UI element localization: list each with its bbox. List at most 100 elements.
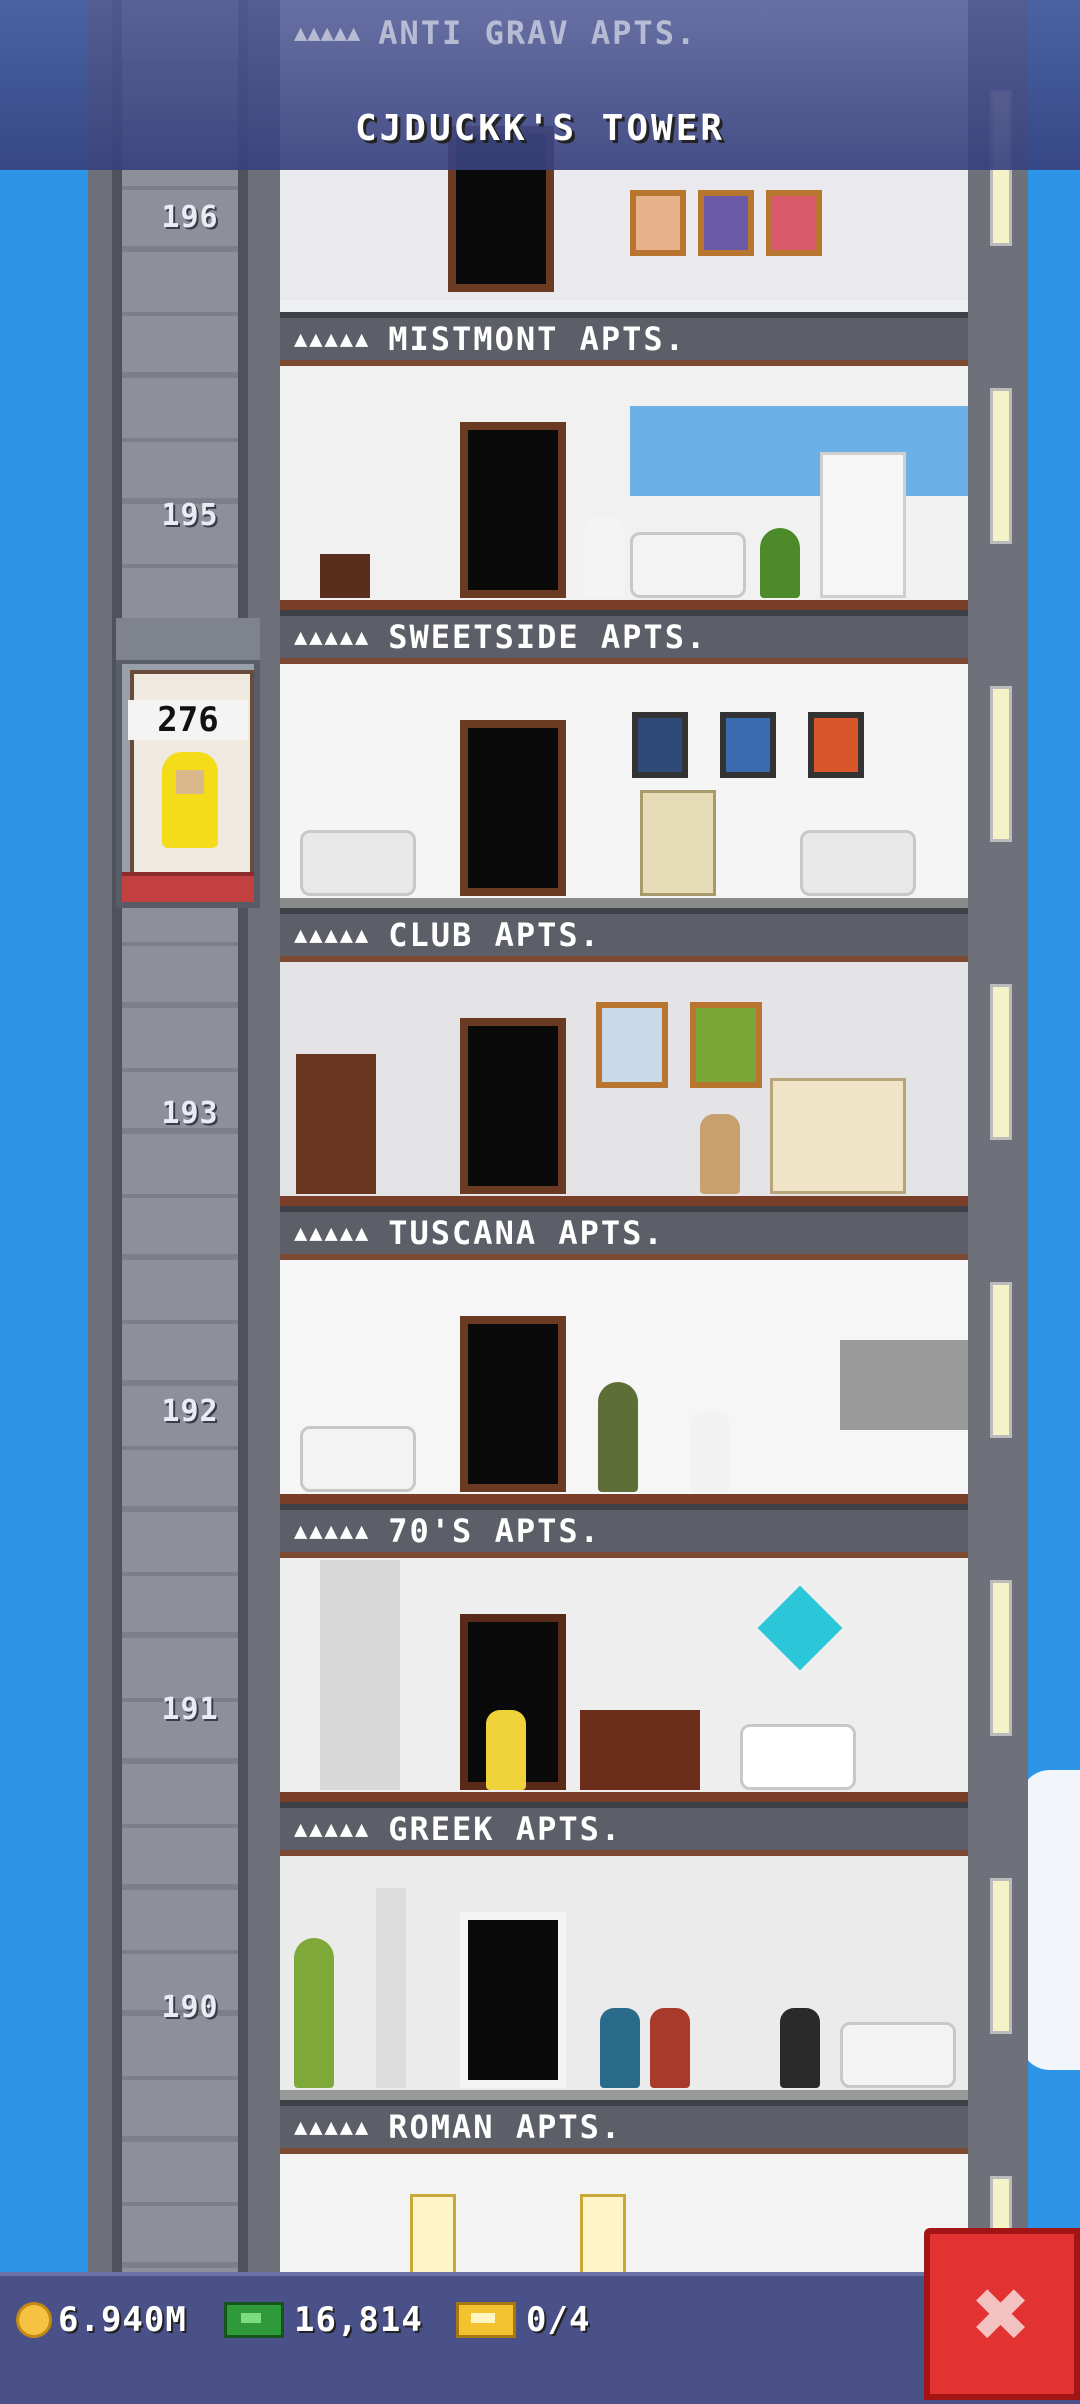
floor-number-195: 195 (161, 498, 219, 533)
palm-plant (294, 1938, 334, 2088)
bitizen[interactable] (600, 2008, 640, 2088)
floor-line (280, 1196, 968, 1206)
shaft-rail-left (112, 0, 122, 2280)
shaft-panels (118, 0, 238, 2280)
tower-right-wall (968, 0, 1028, 2332)
wall-light (990, 1282, 1012, 1438)
side-table (320, 554, 370, 598)
room-door (460, 720, 566, 896)
floor-stars: ▲▲▲▲▲ (294, 922, 371, 948)
plant (760, 528, 800, 598)
sofa (300, 1426, 416, 1492)
tower-header: ▲▲▲▲▲ ANTI GRAV APTS. CJDUCKK'S TOWER (0, 0, 1080, 170)
coins-value: 6.940M (58, 2300, 187, 2340)
floor-stars: ▲▲▲▲▲ (294, 1220, 371, 1246)
wall-light (990, 1580, 1012, 1736)
floor-stars: ▲▲▲▲▲ (294, 1518, 371, 1544)
floor-sign-label: GREEK APTS. (388, 1810, 623, 1848)
close-button[interactable]: ✖ (924, 2228, 1080, 2400)
elevator-bitizen[interactable] (162, 752, 218, 848)
sofa (740, 1724, 856, 1790)
bitizen[interactable] (585, 518, 625, 598)
elevator-base (122, 872, 254, 902)
floor-number-193: 193 (161, 1096, 219, 1131)
tower-title[interactable]: CJDUCKK'S TOWER (0, 108, 1080, 149)
room-door (460, 1316, 566, 1492)
floor-stars: ▲▲▲▲▲ (294, 624, 371, 650)
floor-sign-label: SWEETSIDE APTS. (388, 618, 708, 656)
floor-line (280, 1494, 968, 1504)
sofa (800, 830, 916, 896)
bitizen-face (176, 770, 204, 794)
floor-stars: ▲▲▲▲▲ (294, 326, 371, 352)
floor-sign-sweetside[interactable]: ▲▲▲▲▲ SWEETSIDE APTS. (280, 610, 968, 664)
arcade-machine (640, 790, 716, 896)
picture-frame (630, 190, 686, 256)
floor-sign-label: TUSCANA APTS. (388, 1214, 665, 1252)
bitizen[interactable] (486, 1710, 526, 1790)
floor-sign-roman[interactable]: ▲▲▲▲▲ ROMAN APTS. (280, 2100, 968, 2154)
room-door (460, 1912, 566, 2088)
top-floor-sign-label: ANTI GRAV APTS. (378, 14, 698, 52)
elevator-shaft (88, 0, 280, 2280)
floor-number-192: 192 (161, 1394, 219, 1429)
floor-sign-label: CLUB APTS. (388, 916, 601, 954)
wall-light (990, 388, 1012, 544)
banner (410, 2194, 456, 2280)
armchair (300, 830, 416, 896)
room-door (460, 1018, 566, 1194)
picture-frame (808, 712, 864, 778)
floor-number-191: 191 (161, 1692, 219, 1727)
ticket-icon (456, 2302, 516, 2338)
wall-light (990, 686, 1012, 842)
topiary-plant (598, 1382, 638, 1492)
portrait-frame (596, 1002, 668, 1088)
tickets-value: 0/4 (526, 2300, 591, 2340)
bux-value: 16,814 (294, 2300, 423, 2340)
bitizen[interactable] (700, 1114, 740, 1194)
room-window (630, 406, 968, 496)
floor-line (280, 1792, 968, 1802)
floor-line (280, 2090, 968, 2100)
floor-number-190: 190 (161, 1990, 219, 2025)
sofa (630, 532, 746, 598)
floor-sign-mistmont[interactable]: ▲▲▲▲▲ MISTMONT APTS. (280, 312, 968, 366)
floor-sign-label: MISTMONT APTS. (388, 320, 686, 358)
bitizen[interactable] (780, 2008, 820, 2088)
floor-number-196: 196 (161, 200, 219, 235)
picture-frame (632, 712, 688, 778)
room-door (460, 422, 566, 598)
elevator-passenger-count: 276 (128, 700, 248, 740)
bux-icon (224, 2302, 284, 2338)
fireplace (770, 1078, 906, 1194)
floor-stars: ▲▲▲▲▲ (294, 20, 361, 46)
column (376, 1888, 406, 2088)
floor-sign-greek[interactable]: ▲▲▲▲▲ GREEK APTS. (280, 1802, 968, 1856)
bitizen[interactable] (690, 1412, 730, 1492)
bitizen[interactable] (650, 2008, 690, 2088)
picture-frame (698, 190, 754, 256)
bookshelf (296, 1054, 376, 1194)
fridge (820, 452, 906, 598)
coin-icon (16, 2302, 52, 2338)
floor-sign-club[interactable]: ▲▲▲▲▲ CLUB APTS. (280, 908, 968, 962)
retro-tv (580, 1710, 700, 1790)
picture-frame (766, 190, 822, 256)
floor-sign-label: ROMAN APTS. (388, 2108, 623, 2146)
floor-sign-70s[interactable]: ▲▲▲▲▲ 70'S APTS. (280, 1504, 968, 1558)
floor-line (280, 898, 968, 908)
banner (580, 2194, 626, 2280)
tickets-counter[interactable]: 0/4 (456, 2300, 590, 2340)
top-floor-sign[interactable]: ▲▲▲▲▲ ANTI GRAV APTS. (280, 8, 968, 58)
coins-counter[interactable]: 6.940M (16, 2300, 187, 2340)
floor-sign-label: 70'S APTS. (388, 1512, 601, 1550)
portrait-frame (690, 1002, 762, 1088)
shaft-rail-right (238, 0, 248, 2280)
elevator-car[interactable]: 276 (116, 618, 260, 908)
floor-stars: ▲▲▲▲▲ (294, 2114, 371, 2140)
bux-counter[interactable]: 16,814 (224, 2300, 423, 2340)
floor-sign-tuscana[interactable]: ▲▲▲▲▲ TUSCANA APTS. (280, 1206, 968, 1260)
cloud (1020, 1770, 1080, 2070)
close-icon: ✖ (973, 2258, 1031, 2370)
wall-light (990, 1878, 1012, 2034)
